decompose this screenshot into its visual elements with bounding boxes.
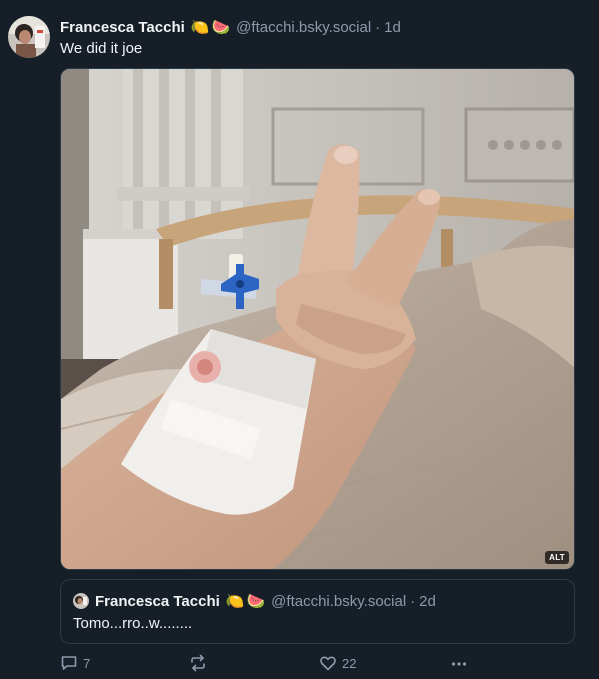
quote-author-handle[interactable]: @ftacchi.bsky.social: [271, 593, 406, 610]
reply-count: 7: [83, 655, 91, 671]
quote-separator-dot: ·: [410, 592, 416, 610]
author-avatar[interactable]: [8, 16, 50, 58]
like-icon: [319, 654, 337, 672]
like-count: 22: [342, 655, 357, 671]
more-options-button[interactable]: [450, 654, 468, 672]
post-header: Francesca Tacchi 🍋 🍉 @ftacchi.bsky.socia…: [60, 17, 589, 37]
quoted-post[interactable]: Francesca Tacchi 🍋 🍉 @ftacchi.bsky.socia…: [60, 579, 575, 644]
lemon-emoji: 🍋: [225, 593, 245, 610]
quote-header: Francesca Tacchi 🍋 🍉 @ftacchi.bsky.socia…: [73, 592, 436, 610]
post-time[interactable]: 1d: [384, 19, 401, 36]
lemon-emoji: 🍋: [190, 19, 210, 36]
like-button[interactable]: 22: [319, 654, 356, 672]
repost-icon: [189, 654, 207, 672]
watermelon-emoji: 🍉: [211, 19, 231, 36]
reply-icon: [60, 654, 78, 672]
quote-text: Tomo...rro..w........: [73, 615, 193, 632]
watermelon-emoji: 🍉: [246, 593, 266, 610]
quote-time[interactable]: 2d: [419, 593, 436, 610]
quote-author-emoji: 🍋 🍉: [226, 592, 265, 610]
reply-button[interactable]: 7: [60, 654, 90, 672]
alt-badge[interactable]: ALT: [545, 551, 569, 564]
post-text: We did it joe: [60, 40, 143, 57]
post-image[interactable]: ALT: [60, 68, 575, 570]
author-name[interactable]: Francesca Tacchi: [60, 19, 185, 36]
author-emoji: 🍋 🍉: [191, 18, 230, 36]
post: Francesca Tacchi 🍋 🍉 @ftacchi.bsky.socia…: [0, 0, 599, 679]
post-actions: 7 22: [60, 654, 480, 674]
separator-dot: ·: [375, 18, 381, 36]
repost-button[interactable]: [189, 654, 212, 672]
more-icon: [450, 654, 468, 672]
quote-author-name[interactable]: Francesca Tacchi: [95, 593, 220, 610]
quote-author-avatar: [73, 593, 89, 609]
author-handle[interactable]: @ftacchi.bsky.social: [236, 19, 371, 36]
